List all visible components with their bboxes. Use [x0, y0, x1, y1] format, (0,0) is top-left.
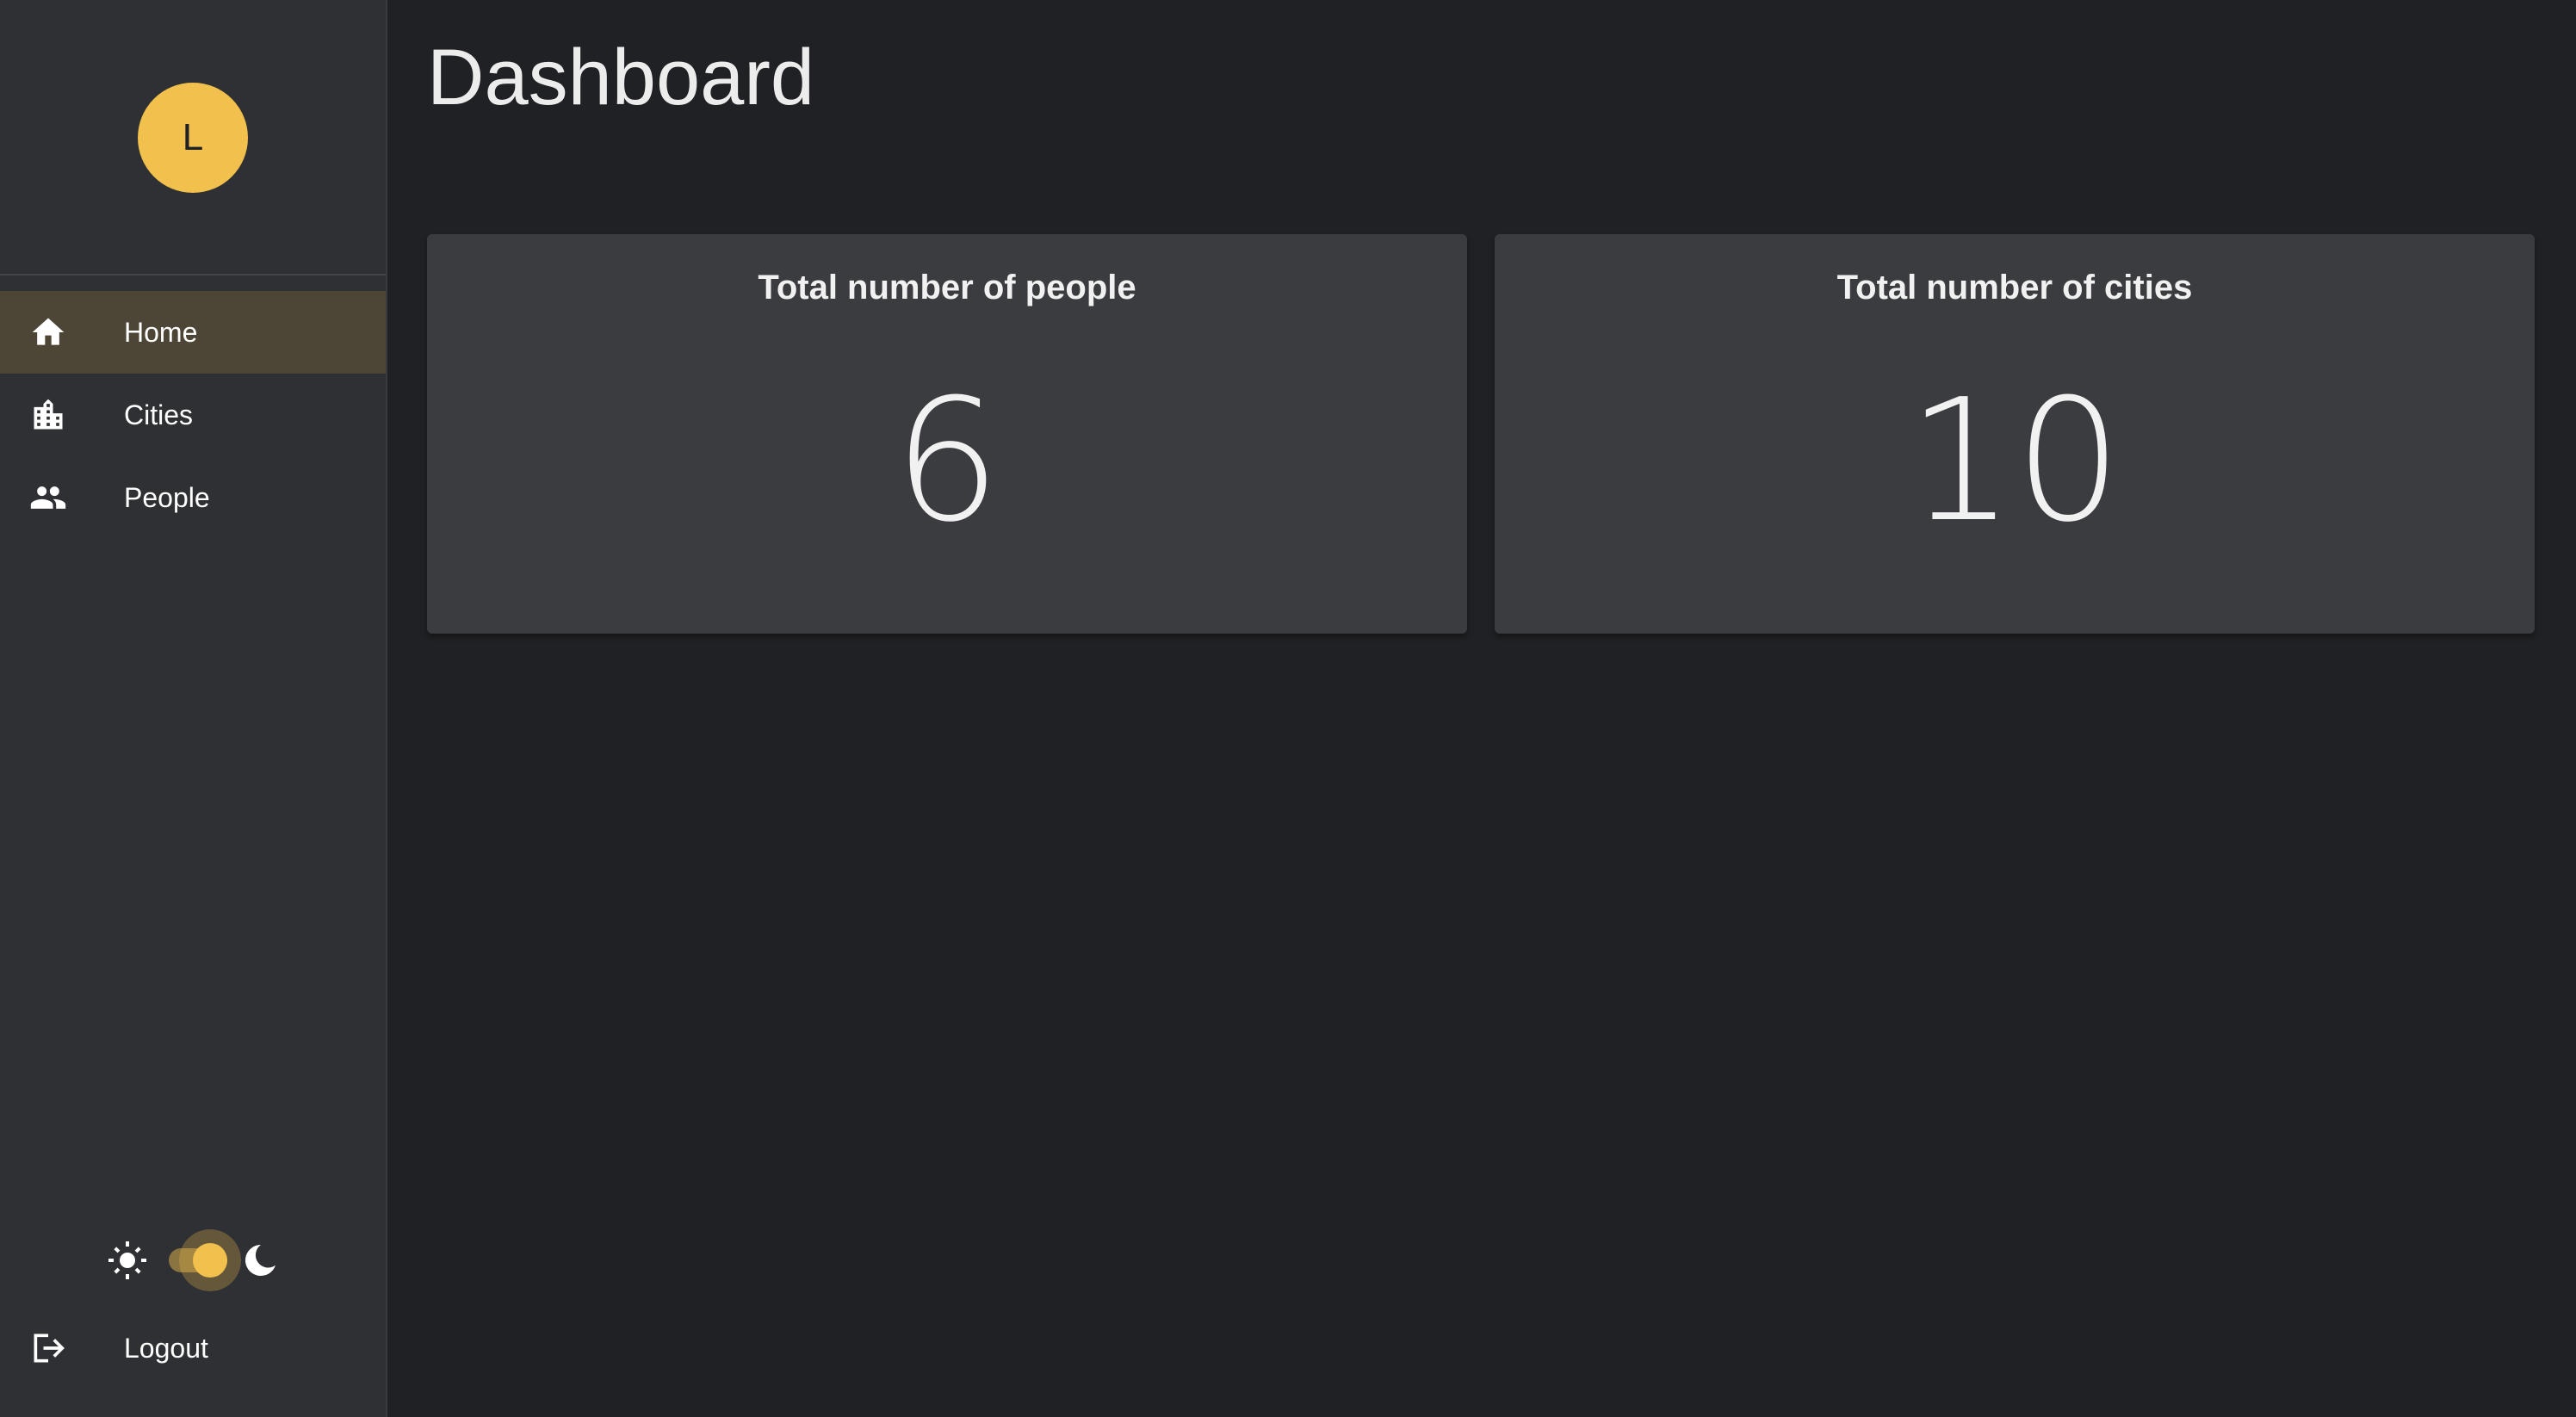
sidebar-nav: Home Cities People: [0, 291, 386, 539]
switch-thumb[interactable]: [193, 1243, 227, 1278]
people-count-card: Total number of people 6: [427, 234, 1467, 634]
avatar[interactable]: L: [138, 83, 248, 193]
logout-label: Logout: [124, 1332, 208, 1364]
sidebar: L Home Cities People Logout: [0, 0, 387, 1417]
sidebar-item-label: People: [124, 481, 210, 513]
avatar-initial: L: [182, 116, 204, 158]
sidebar-item-cities[interactable]: Cities: [0, 374, 386, 456]
people-icon: [26, 475, 71, 520]
sidebar-item-label: Home: [124, 316, 198, 348]
main-content: Dashboard Total number of people 6 Total…: [389, 0, 2576, 1417]
moon-icon: [239, 1240, 281, 1281]
app-root: L Home Cities People Logout Dashboard To…: [0, 0, 2576, 1417]
card-value: 6: [893, 363, 1001, 560]
sun-icon: [107, 1240, 148, 1281]
cities-count-card: Total number of cities 10: [1495, 234, 2535, 634]
home-icon: [26, 310, 71, 355]
logout-button[interactable]: Logout: [0, 1307, 387, 1389]
logout-icon: [26, 1326, 71, 1371]
card-title: Total number of people: [758, 269, 1136, 306]
avatar-section: L: [0, 0, 386, 275]
card-title: Total number of cities: [1836, 269, 2193, 306]
sidebar-item-home[interactable]: Home: [0, 291, 386, 374]
card-value: 10: [1907, 363, 2122, 560]
theme-toggle-row: [0, 1229, 387, 1291]
sidebar-item-label: Cities: [124, 399, 194, 430]
sidebar-item-people[interactable]: People: [0, 456, 386, 539]
theme-toggle-switch[interactable]: [167, 1229, 241, 1291]
page-title: Dashboard: [427, 34, 815, 121]
city-icon: [26, 393, 71, 437]
